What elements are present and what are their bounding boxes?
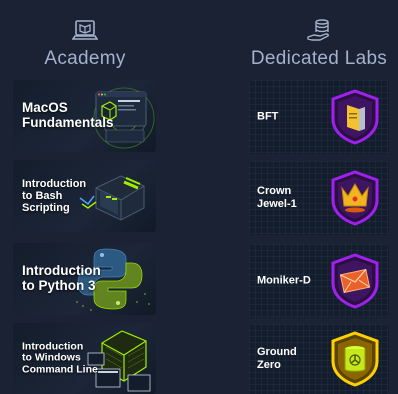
academy-card-python-3[interactable]: Introduction to Python 3	[13, 243, 156, 315]
academy-column: Academy MacOS Fundamentals Introduction …	[0, 0, 170, 394]
moniker-badge-icon	[331, 253, 379, 309]
lab-card-title: BFT	[257, 110, 279, 123]
academy-title: Academy	[44, 48, 126, 69]
academy-card-bash-scripting[interactable]: Introduction to Bash Scripting	[13, 160, 156, 232]
academy-card-title: MacOS Fundamentals	[22, 100, 114, 130]
academy-card-title: Introduction to Python 3	[22, 263, 101, 293]
bft-badge-icon	[331, 89, 379, 145]
laptop-book-icon	[72, 20, 98, 40]
lab-card-title: Crown Jewel-1	[257, 184, 297, 210]
academy-card-title: Introduction to Bash Scripting	[22, 177, 87, 215]
labs-title: Dedicated Labs	[250, 48, 388, 69]
academy-card-macos-fundamentals[interactable]: MacOS Fundamentals	[13, 80, 156, 152]
academy-card-title: Introduction to Windows Command Line	[22, 340, 98, 376]
academy-card-windows-command-line[interactable]: Introduction to Windows Command Line	[13, 323, 156, 394]
labs-column: Dedicated Labs BFT Crown Jewel-1 Moniker…	[240, 0, 398, 394]
server-stack-hand-icon	[307, 19, 329, 41]
ground-zero-badge-icon	[331, 331, 379, 387]
lab-card-crown-jewel-1[interactable]: Crown Jewel-1	[249, 161, 389, 235]
lab-card-title: Ground Zero	[257, 345, 297, 371]
lab-card-bft[interactable]: BFT	[249, 80, 389, 154]
lab-card-ground-zero[interactable]: Ground Zero	[249, 324, 389, 394]
crown-badge-icon	[331, 170, 379, 226]
labs-header: Dedicated Labs	[240, 0, 398, 76]
lab-card-title: Moniker-D	[257, 274, 311, 287]
academy-header: Academy	[0, 0, 170, 76]
lab-card-moniker-d[interactable]: Moniker-D	[249, 244, 389, 318]
